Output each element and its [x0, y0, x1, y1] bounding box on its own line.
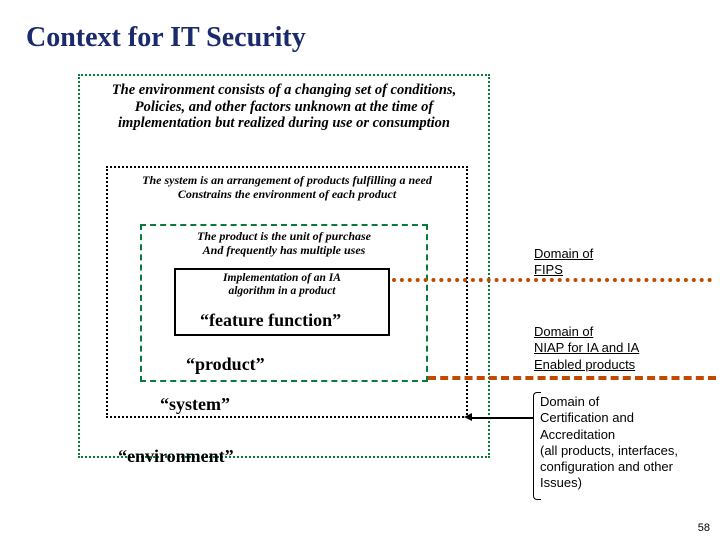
domain-fips: Domain ofFIPS	[534, 246, 593, 279]
caption-product: The product is the unit of purchaseAnd f…	[146, 230, 422, 258]
arrow-cert-icon	[464, 413, 472, 421]
connector-niap	[428, 376, 716, 380]
label-feature: “feature function”	[200, 310, 341, 331]
label-system: “system”	[160, 394, 230, 415]
caption-system: The system is an arrangement of products…	[112, 174, 462, 202]
domain-niap: Domain ofNIAP for IA and IAEnabled produ…	[534, 324, 639, 373]
page-title: Context for IT Security	[26, 22, 306, 54]
connector-cert	[468, 417, 534, 419]
caption-feature: Implementation of an IAalgorithm in a pr…	[178, 272, 386, 298]
label-environment: “environment”	[118, 446, 234, 467]
caption-environment: The environment consists of a changing s…	[84, 82, 484, 132]
page-number: 58	[698, 522, 710, 534]
connector-fips	[392, 278, 712, 282]
label-product: “product”	[186, 354, 265, 375]
domain-cert: Domain ofCertification andAccreditation(…	[540, 394, 710, 492]
